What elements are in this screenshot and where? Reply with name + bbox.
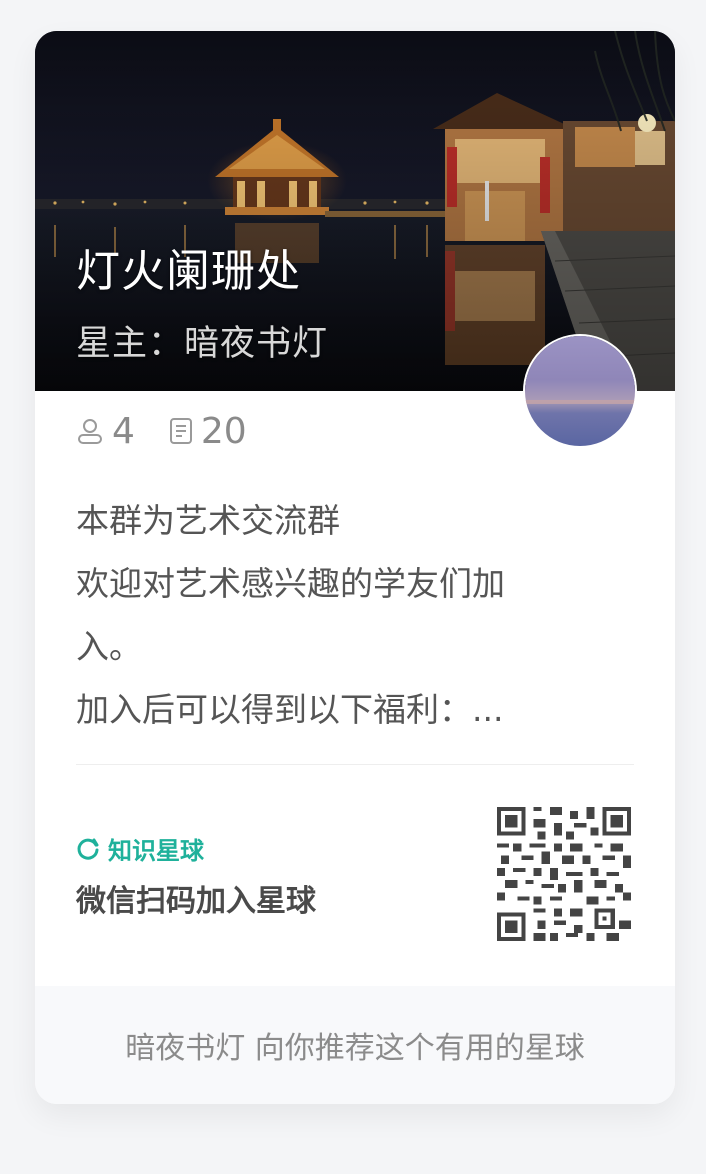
- scan-instruction: 微信扫码加入星球: [76, 884, 316, 919]
- avatar-horizon: [525, 400, 635, 404]
- description-line: 入。: [76, 627, 142, 666]
- owner-avatar[interactable]: [525, 336, 635, 446]
- brand-label: 知识星球: [76, 831, 204, 866]
- user-icon: [78, 419, 102, 444]
- post-count-value: 20: [200, 410, 247, 452]
- planet-share-card: 灯火阑珊处 星主：暗夜书灯 4 20 本群为艺术交流群 欢迎对艺术感兴趣的学友们…: [35, 31, 675, 1104]
- recommendation-text: 暗夜书灯 向你推荐这个有用的星球: [125, 1031, 585, 1066]
- description-line: 欢迎对艺术感兴趣的学友们加: [76, 564, 505, 603]
- owner-label: 星主：: [76, 324, 185, 364]
- description-line: 加入后可以得到以下福利：...: [76, 690, 504, 729]
- planet-description: 本群为艺术交流群 欢迎对艺术感兴趣的学友们加 入。 加入后可以得到以下福利：..…: [76, 489, 596, 741]
- description-line: 本群为艺术交流群: [76, 501, 340, 540]
- document-icon: [169, 418, 192, 444]
- member-count-value: 4: [112, 410, 135, 452]
- owner-name: 暗夜书灯: [184, 324, 329, 364]
- stats-row: 4 20: [76, 409, 281, 453]
- owner-line: 星主：暗夜书灯: [76, 315, 328, 366]
- zsxq-logo-icon: [77, 838, 99, 860]
- recommendation-footer: 暗夜书灯 向你推荐这个有用的星球: [35, 986, 675, 1104]
- post-count: 20: [169, 411, 247, 452]
- member-count: 4: [76, 411, 135, 452]
- brand-name: 知识星球: [108, 837, 204, 865]
- planet-title: 灯火阑珊处: [76, 246, 301, 297]
- qr-code[interactable]: [497, 807, 631, 941]
- divider: [76, 764, 634, 765]
